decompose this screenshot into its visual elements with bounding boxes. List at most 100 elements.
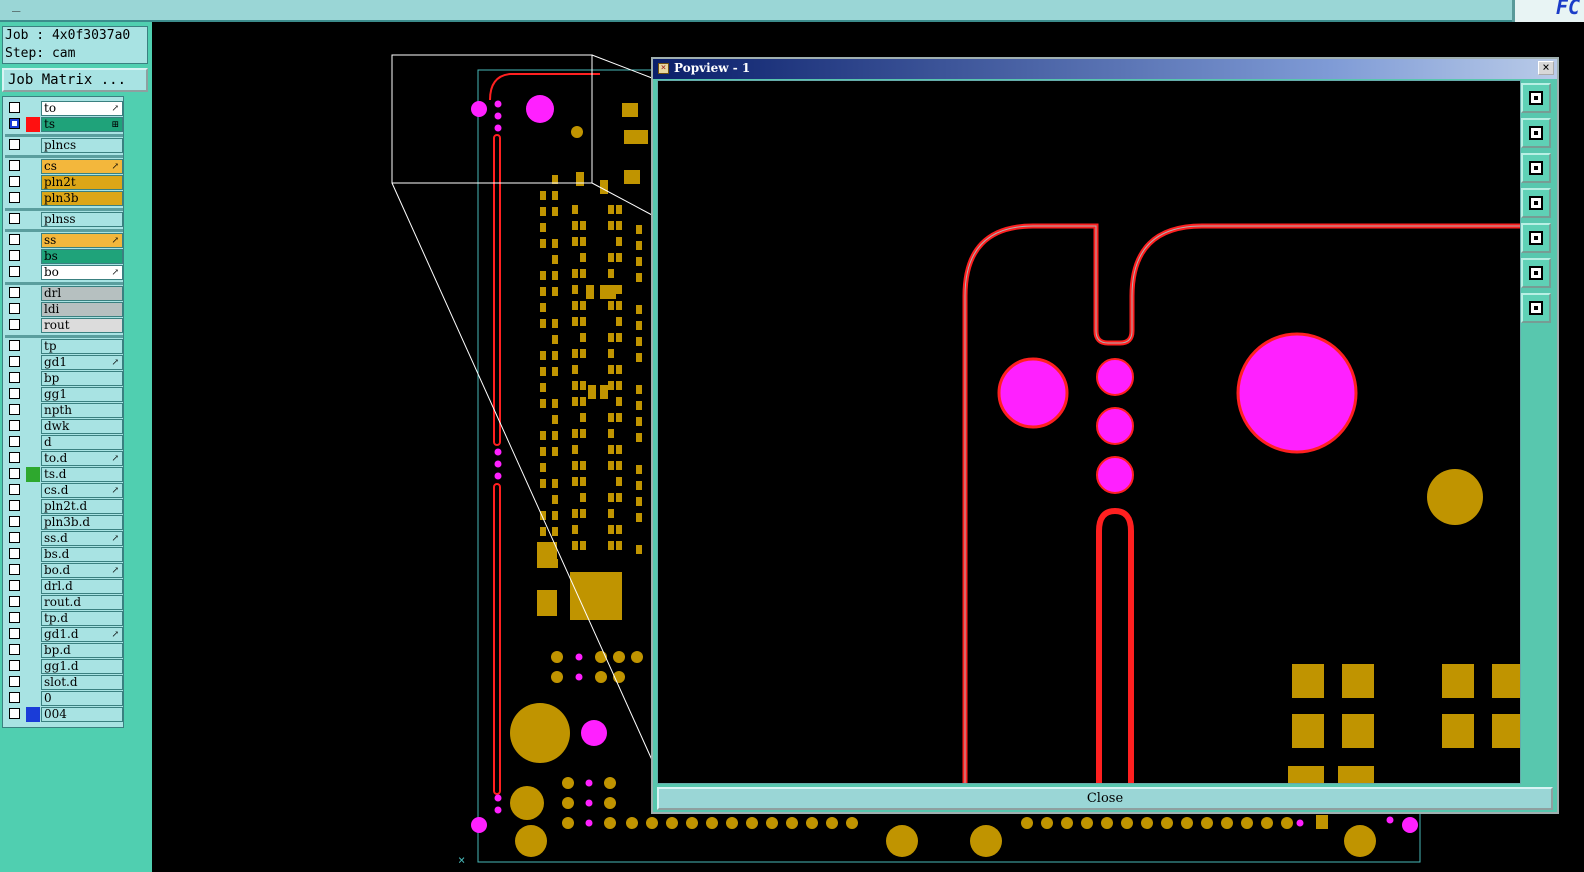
- layer-name[interactable]: bs.d: [41, 547, 123, 562]
- layer-row-gd1.d[interactable]: gd1.d ↗: [5, 627, 123, 642]
- layer-name[interactable]: gg1: [41, 387, 123, 402]
- layer-name[interactable]: tp: [41, 339, 123, 354]
- layer-row-tp.d[interactable]: tp.d: [5, 611, 123, 626]
- layer-color-swatch[interactable]: [26, 302, 40, 317]
- layer-color-swatch[interactable]: [26, 531, 40, 546]
- zoom-window-button[interactable]: [1521, 83, 1551, 113]
- layer-name[interactable]: drl.d: [41, 579, 123, 594]
- popview-titlebar[interactable]: × Popview - 1 ×: [653, 59, 1557, 79]
- layer-name[interactable]: gd1.d ↗: [41, 627, 123, 642]
- layer-name[interactable]: bo ↗: [41, 265, 123, 280]
- layer-checkbox[interactable]: [9, 484, 20, 495]
- layer-name[interactable]: pln2t: [41, 175, 123, 190]
- layer-checkbox[interactable]: [9, 612, 20, 623]
- layer-checkbox[interactable]: [9, 564, 20, 575]
- layer-row-cs.d[interactable]: cs.d ↗: [5, 483, 123, 498]
- layer-name[interactable]: bp.d: [41, 643, 123, 658]
- layer-color-swatch[interactable]: [26, 419, 40, 434]
- layer-name[interactable]: pln3b: [41, 191, 123, 206]
- layer-color-swatch[interactable]: [26, 451, 40, 466]
- layer-row-dwk[interactable]: dwk: [5, 419, 123, 434]
- layer-name[interactable]: drl: [41, 286, 123, 301]
- layer-color-swatch[interactable]: [26, 212, 40, 227]
- layer-color-swatch[interactable]: [26, 643, 40, 658]
- layer-checkbox[interactable]: [9, 644, 20, 655]
- layer-name[interactable]: ldi: [41, 302, 123, 317]
- layer-name[interactable]: plncs: [41, 138, 123, 153]
- layer-color-swatch[interactable]: [26, 467, 40, 482]
- layer-row-pln2t[interactable]: pln2t: [5, 175, 123, 190]
- layer-color-swatch[interactable]: [26, 659, 40, 674]
- layer-color-swatch[interactable]: [26, 265, 40, 280]
- layer-checkbox[interactable]: [9, 692, 20, 703]
- layer-checkbox[interactable]: [9, 532, 20, 543]
- layer-checkbox[interactable]: [9, 102, 20, 113]
- layer-row-bp.d[interactable]: bp.d: [5, 643, 123, 658]
- pan-left-button[interactable]: [1521, 188, 1551, 218]
- layer-color-swatch[interactable]: [26, 403, 40, 418]
- layer-color-swatch[interactable]: [26, 707, 40, 722]
- zoom-home-button[interactable]: [1521, 293, 1551, 323]
- layer-name[interactable]: npth: [41, 403, 123, 418]
- layer-checkbox[interactable]: [9, 628, 20, 639]
- layer-color-swatch[interactable]: [26, 595, 40, 610]
- layer-row-ss.d[interactable]: ss.d ↗: [5, 531, 123, 546]
- job-matrix-button[interactable]: Job Matrix ...: [2, 68, 148, 92]
- layer-row-gg1.d[interactable]: gg1.d: [5, 659, 123, 674]
- layer-color-swatch[interactable]: [26, 249, 40, 264]
- layer-color-swatch[interactable]: [26, 563, 40, 578]
- layer-name[interactable]: pln2t.d: [41, 499, 123, 514]
- layer-name[interactable]: plnss: [41, 212, 123, 227]
- layer-row-bp[interactable]: bp: [5, 371, 123, 386]
- layer-name[interactable]: bo.d ↗: [41, 563, 123, 578]
- layer-checkbox[interactable]: [9, 436, 20, 447]
- layer-row-npth[interactable]: npth: [5, 403, 123, 418]
- layer-name[interactable]: 004: [41, 707, 123, 722]
- layer-checkbox[interactable]: [9, 213, 20, 224]
- layer-checkbox[interactable]: [9, 160, 20, 171]
- layer-name[interactable]: cs.d ↗: [41, 483, 123, 498]
- layer-checkbox[interactable]: [9, 660, 20, 671]
- layer-checkbox[interactable]: [9, 340, 20, 351]
- layer-name[interactable]: slot.d: [41, 675, 123, 690]
- layer-checkbox[interactable]: [9, 139, 20, 150]
- layer-color-swatch[interactable]: [26, 117, 40, 132]
- layer-name[interactable]: tp.d: [41, 611, 123, 626]
- layer-checkbox[interactable]: [9, 192, 20, 203]
- layer-name[interactable]: to.d ↗: [41, 451, 123, 466]
- layer-color-swatch[interactable]: [26, 138, 40, 153]
- layer-row-pln3b[interactable]: pln3b: [5, 191, 123, 206]
- layer-row-pln2t.d[interactable]: pln2t.d: [5, 499, 123, 514]
- layer-color-swatch[interactable]: [26, 515, 40, 530]
- layer-name[interactable]: ts.d: [41, 467, 123, 482]
- layer-checkbox[interactable]: [9, 516, 20, 527]
- layer-color-swatch[interactable]: [26, 175, 40, 190]
- layer-checkbox[interactable]: [9, 356, 20, 367]
- layer-checkbox[interactable]: [9, 266, 20, 277]
- layer-checkbox[interactable]: [9, 548, 20, 559]
- layer-checkbox[interactable]: [9, 708, 20, 719]
- layer-checkbox[interactable]: [9, 388, 20, 399]
- layer-row-bo[interactable]: bo ↗: [5, 265, 123, 280]
- layer-checkbox[interactable]: [9, 404, 20, 415]
- layer-color-swatch[interactable]: [26, 547, 40, 562]
- layer-color-swatch[interactable]: [26, 355, 40, 370]
- layer-row-cs[interactable]: cs ↗: [5, 159, 123, 174]
- layer-checkbox[interactable]: [9, 468, 20, 479]
- pan-down-button[interactable]: [1521, 153, 1551, 183]
- layer-name[interactable]: rout.d: [41, 595, 123, 610]
- layer-name[interactable]: d: [41, 435, 123, 450]
- layer-color-swatch[interactable]: [26, 611, 40, 626]
- layer-checkbox[interactable]: [9, 303, 20, 314]
- layer-color-swatch[interactable]: [26, 371, 40, 386]
- layer-checkbox[interactable]: [9, 319, 20, 330]
- layer-color-swatch[interactable]: [26, 286, 40, 301]
- layer-row-bs[interactable]: bs: [5, 249, 123, 264]
- layer-row-slot.d[interactable]: slot.d: [5, 675, 123, 690]
- layer-checkbox[interactable]: [9, 596, 20, 607]
- layer-name[interactable]: cs ↗: [41, 159, 123, 174]
- layer-name[interactable]: bs: [41, 249, 123, 264]
- layer-color-swatch[interactable]: [26, 579, 40, 594]
- layer-color-swatch[interactable]: [26, 101, 40, 116]
- popview-canvas[interactable]: [657, 80, 1521, 784]
